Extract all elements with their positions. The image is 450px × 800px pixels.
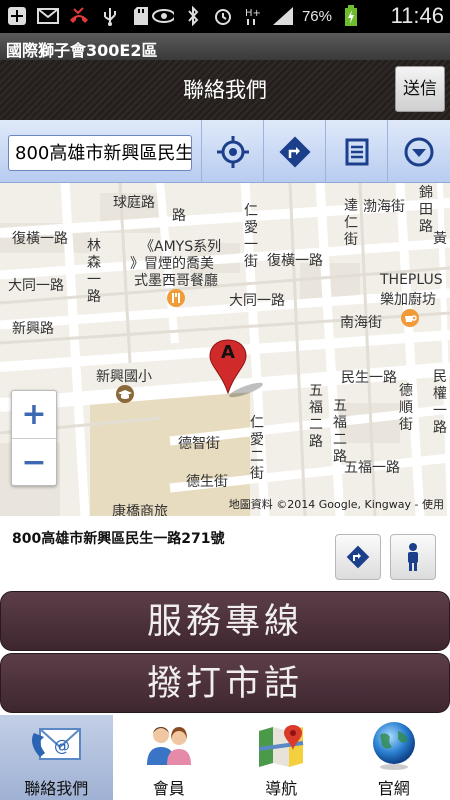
contact-mail-icon: @: [32, 728, 82, 760]
street-label: 渤海街: [363, 199, 405, 215]
list-button[interactable]: [325, 120, 387, 183]
alarm-icon: [212, 5, 234, 27]
poi-label: 式墨西哥餐廳: [134, 273, 218, 289]
header: 聯絡我們 送信: [0, 60, 450, 120]
sdcard-icon: [130, 5, 152, 27]
cafe-icon[interactable]: [401, 309, 419, 327]
directions-small-button[interactable]: [335, 534, 381, 580]
map-navigation-icon: [258, 725, 304, 767]
poi-label: 新興國小: [96, 369, 152, 385]
service-hotline-button[interactable]: 服務專線: [0, 591, 450, 651]
street-label: 德智街: [178, 436, 220, 452]
status-bar: H+ 76% 11:46: [0, 0, 450, 33]
street-label: 五福二路: [333, 398, 347, 465]
add-icon: [6, 5, 28, 27]
page-title: 聯絡我們: [183, 78, 267, 102]
restaurant-icon[interactable]: [167, 289, 185, 307]
map-attribution: 地圖資料 ©2014 Google, Kingway - 使用: [228, 498, 444, 511]
call-landline-button[interactable]: 撥打市話: [0, 653, 450, 713]
directions-icon: [278, 135, 311, 168]
nav-label: 會員: [152, 779, 185, 798]
locate-button[interactable]: [201, 120, 263, 183]
street-label: 復橫一路: [267, 253, 323, 269]
address-input[interactable]: 800高雄市新興區民生: [8, 135, 192, 171]
svg-text:@: @: [54, 736, 70, 755]
street-label: 錦田路: [419, 185, 433, 235]
dropdown-button[interactable]: [387, 120, 449, 183]
locate-icon: [216, 135, 249, 168]
street-label: 德順街: [399, 383, 413, 433]
street-label: 大同一路: [229, 293, 285, 309]
eye-icon: [151, 5, 174, 27]
directions-button[interactable]: [263, 120, 325, 183]
bottom-nav: @ 聯絡我們 會員 導航 官網: [0, 715, 450, 800]
zoom-in-button[interactable]: +: [12, 391, 56, 438]
zoom-out-button[interactable]: −: [12, 439, 56, 486]
bluetooth-icon: [182, 5, 204, 27]
street-label: 新興路: [12, 321, 54, 337]
nav-label: 導航: [265, 779, 298, 798]
nav-item-navigation[interactable]: 導航: [225, 715, 338, 800]
svg-text:H+: H+: [245, 8, 261, 19]
street-label: 林森一路: [87, 238, 101, 305]
signal-icon: [272, 5, 294, 27]
poi-label: 康橋商旅: [112, 504, 168, 516]
address-panel: 800高雄市新興區民生一路271號: [0, 516, 450, 590]
nav-item-members[interactable]: 會員: [113, 715, 226, 800]
hplus-data-icon: H+: [242, 5, 264, 27]
battery-percent: 76%: [301, 7, 332, 25]
globe-icon: [372, 722, 415, 770]
dropdown-icon: [404, 137, 433, 166]
street-label: 路: [172, 208, 186, 224]
street-label: 南海街: [340, 315, 382, 331]
street-label: 球庭路: [113, 195, 155, 211]
map-view[interactable]: 球庭路 復橫一路 大同一路 新興路 渤海街 南海街 大同一路 復橫一路 民生一路…: [0, 183, 450, 516]
usb-icon: [99, 5, 121, 27]
nav-label: 聯絡我們: [24, 779, 89, 798]
directions-icon: [346, 545, 370, 569]
mail-icon: [37, 5, 59, 27]
streetview-button[interactable]: [390, 534, 436, 580]
street-label: 五福二路: [309, 383, 323, 450]
send-button[interactable]: 送信: [395, 66, 445, 112]
zoom-controls: + −: [11, 390, 57, 486]
nav-label: 官網: [377, 779, 410, 798]
poi-label: 樂加廚坊: [380, 292, 436, 308]
street-label: 大同一路: [8, 278, 64, 294]
street-label: 德生街: [186, 474, 228, 490]
school-icon[interactable]: [116, 385, 134, 403]
list-icon: [345, 138, 368, 165]
battery-charging-icon: [340, 5, 362, 27]
map-toolbar: 800高雄市新興區民生: [0, 120, 450, 183]
street-label: 仁愛一街: [244, 203, 258, 270]
poi-label: THEPLUS: [380, 272, 443, 288]
members-icon: [146, 727, 191, 765]
location-marker[interactable]: A: [208, 338, 263, 398]
street-label: 復橫一路: [12, 231, 68, 247]
street-label: 民生一路: [341, 370, 397, 386]
clock: 11:46: [390, 3, 444, 28]
marker-letter: A: [221, 342, 235, 363]
person-icon: [408, 543, 418, 571]
street-label: 達仁街: [344, 198, 358, 248]
nav-item-website[interactable]: 官網: [338, 715, 450, 800]
street-label: 黃: [433, 231, 447, 247]
street-label: 民權一路: [433, 369, 447, 436]
address-text: 800高雄市新興區民生一路271號: [12, 531, 225, 547]
nav-item-contact[interactable]: @ 聯絡我們: [0, 715, 113, 800]
street-label: 仁愛二街: [250, 415, 264, 482]
missed-call-icon: [68, 5, 90, 27]
app-title: 國際獅子會300E2區: [0, 33, 450, 60]
street-label: 五福一路: [344, 460, 400, 476]
